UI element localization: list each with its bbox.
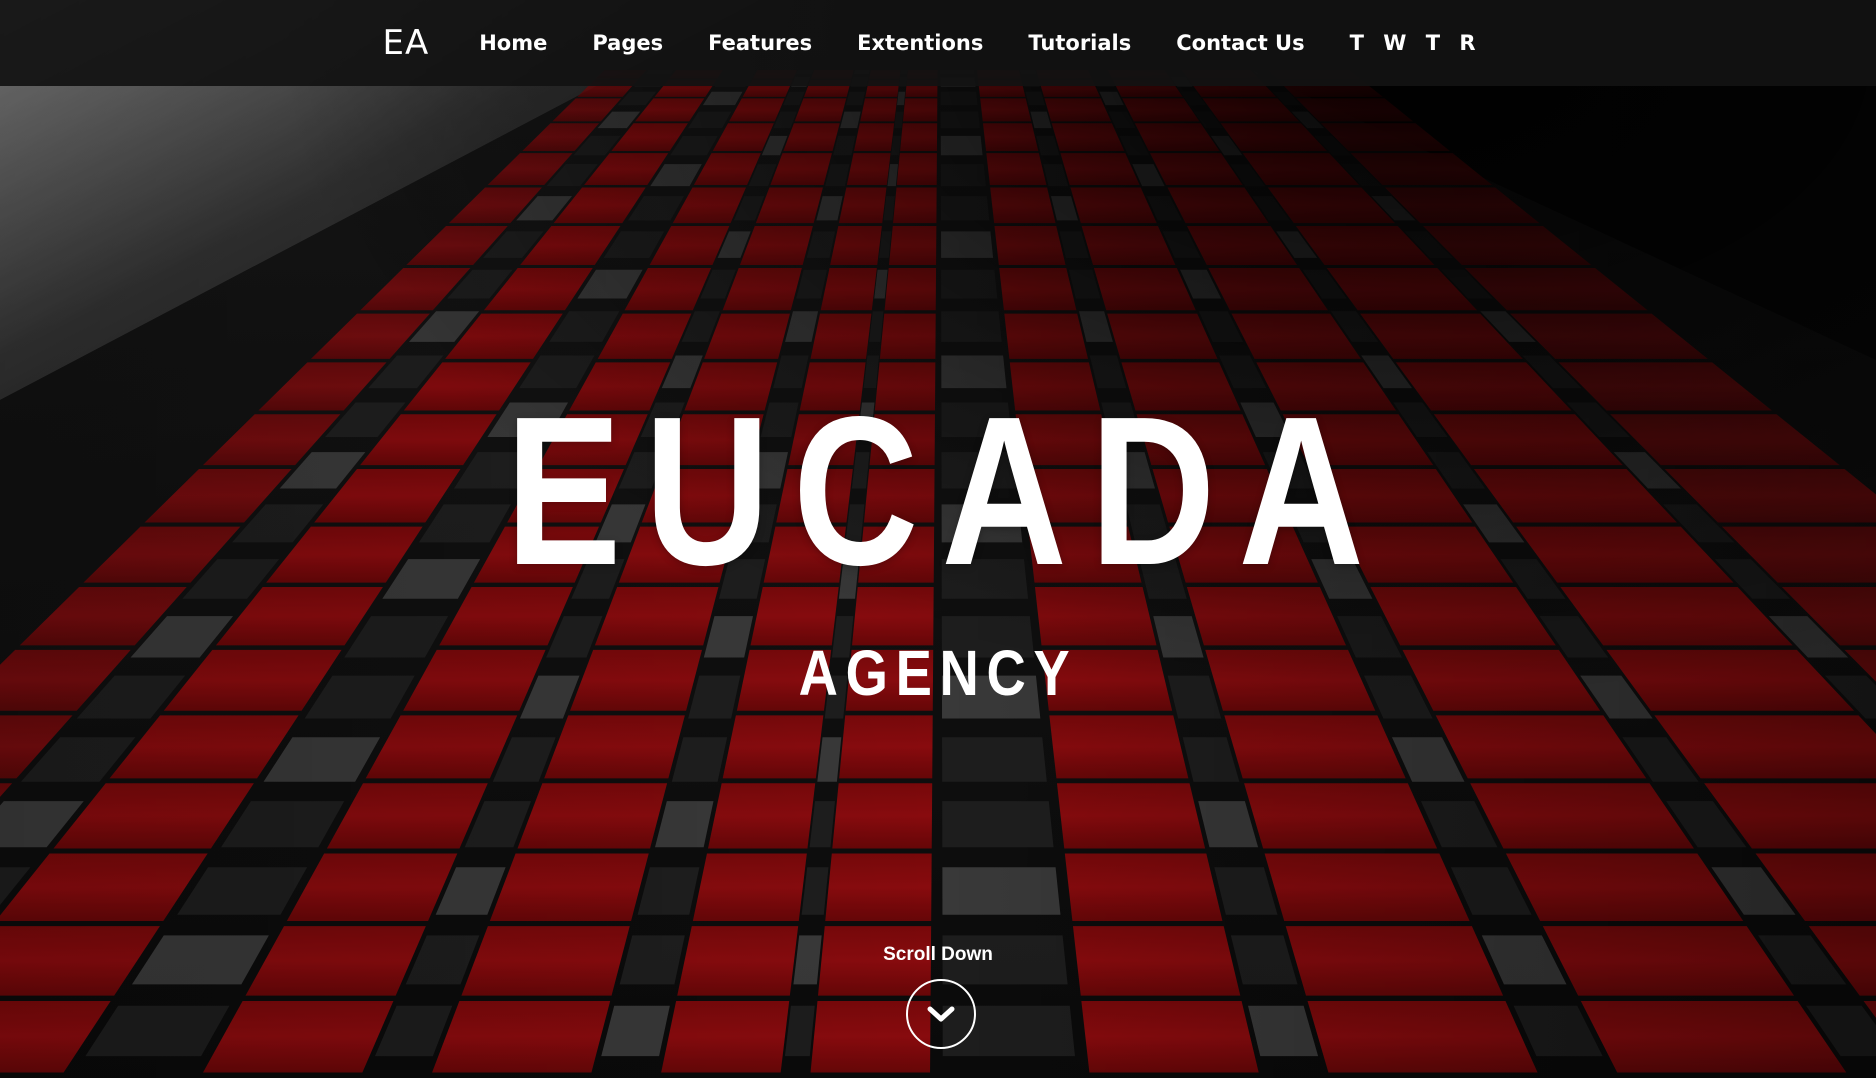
scroll-down-label[interactable]: Scroll Down <box>0 944 1876 966</box>
nav-extentions-link[interactable]: Extentions <box>857 31 983 55</box>
nav-contact-link[interactable]: Contact Us <box>1176 31 1304 55</box>
nav-pages-link[interactable]: Pages <box>592 31 663 55</box>
site-logo[interactable]: EA <box>382 23 429 63</box>
hero-title: EUCADA <box>505 372 1387 609</box>
nav-home-link[interactable]: Home <box>479 31 547 55</box>
nav-features-link[interactable]: Features <box>708 31 812 55</box>
nav-tutorials-link[interactable]: Tutorials <box>1028 31 1131 55</box>
chevron-down-icon <box>927 1006 955 1022</box>
nav-social-links[interactable]: T W T R <box>1350 31 1482 55</box>
nav-inner: EA Home Pages Features Extentions Tutori… <box>382 23 1481 63</box>
scroll-down-button[interactable] <box>906 979 976 1049</box>
page: EA Home Pages Features Extentions Tutori… <box>0 0 1876 1078</box>
top-navbar: EA Home Pages Features Extentions Tutori… <box>0 0 1876 86</box>
hero-subtitle: AGENCY <box>798 637 1078 709</box>
